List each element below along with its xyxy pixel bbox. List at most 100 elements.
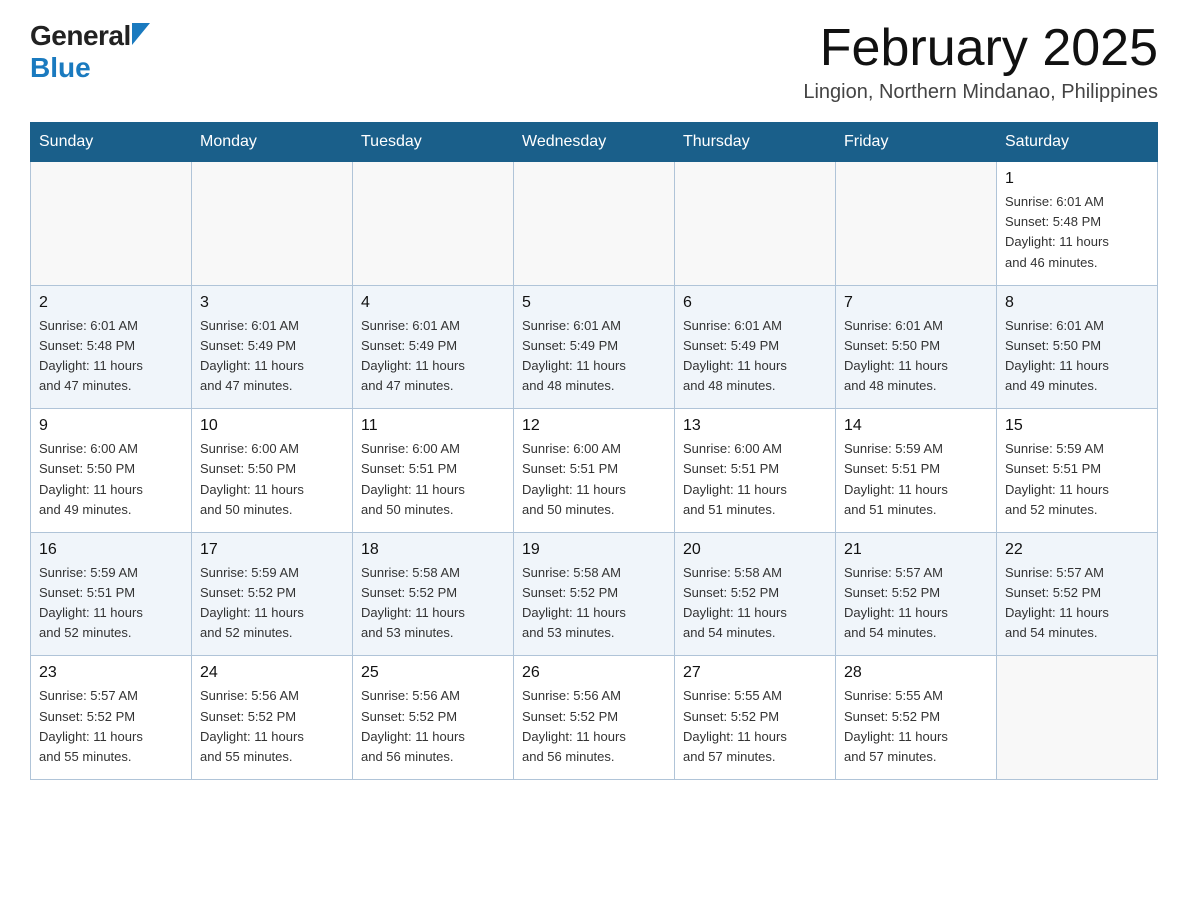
day-number: 28 [844, 664, 988, 682]
calendar-day-cell [997, 656, 1158, 780]
day-number: 26 [522, 664, 666, 682]
logo-blue-text: Blue [30, 52, 91, 83]
calendar-day-cell: 9 Sunrise: 6:00 AMSunset: 5:50 PMDaylight… [31, 409, 192, 533]
day-info: Sunrise: 5:57 AMSunset: 5:52 PMDaylight:… [844, 563, 988, 644]
day-info: Sunrise: 6:01 AMSunset: 5:49 PMDaylight:… [361, 316, 505, 397]
calendar-day-cell: 12Sunrise: 6:00 AMSunset: 5:51 PMDayligh… [514, 409, 675, 533]
calendar-day-cell [836, 162, 997, 286]
day-number: 23 [39, 664, 183, 682]
day-info: Sunrise: 6:01 AMSunset: 5:49 PMDaylight:… [683, 316, 827, 397]
day-number: 22 [1005, 541, 1149, 559]
calendar-day-cell: 7Sunrise: 6:01 AMSunset: 5:50 PMDaylight… [836, 285, 997, 409]
calendar-day-cell: 17 Sunrise: 5:59 AMSunset: 5:52 PMDayligh… [192, 532, 353, 656]
calendar-week-row: 2Sunrise: 6:01 AMSunset: 5:48 PMDaylight… [31, 285, 1158, 409]
calendar-day-cell: 5 Sunrise: 6:01 AMSunset: 5:49 PMDaylight… [514, 285, 675, 409]
day-number: 12 [522, 417, 666, 435]
day-number: 1 [1005, 170, 1149, 188]
calendar-day-cell: 11Sunrise: 6:00 AMSunset: 5:51 PMDayligh… [353, 409, 514, 533]
day-info: Sunrise: 5:56 AMSunset: 5:52 PMDaylight:… [361, 686, 505, 767]
day-number: 14 [844, 417, 988, 435]
day-info: Sunrise: 5:59 AMSunset: 5:52 PMDaylight:… [200, 563, 344, 644]
calendar-day-cell: 27 Sunrise: 5:55 AMSunset: 5:52 PMDayligh… [675, 656, 836, 780]
day-info: Sunrise: 5:59 AMSunset: 5:51 PMDaylight:… [1005, 439, 1149, 520]
day-number: 19 [522, 541, 666, 559]
calendar-week-row: 1 Sunrise: 6:01 AMSunset: 5:48 PMDaylight… [31, 162, 1158, 286]
calendar-day-cell: 16 Sunrise: 5:59 AMSunset: 5:51 PMDayligh… [31, 532, 192, 656]
logo: General Blue [30, 20, 150, 84]
day-of-week-header: Monday [192, 123, 353, 162]
day-info: Sunrise: 5:56 AMSunset: 5:52 PMDaylight:… [522, 686, 666, 767]
page-header: General Blue February 2025 Lingion, Nort… [30, 20, 1158, 104]
day-info: Sunrise: 6:00 AMSunset: 5:50 PMDaylight:… [200, 439, 344, 520]
day-number: 27 [683, 664, 827, 682]
logo-arrow-icon [132, 23, 150, 45]
day-number: 9 [39, 417, 183, 435]
calendar-day-cell [31, 162, 192, 286]
day-info: Sunrise: 5:58 AMSunset: 5:52 PMDaylight:… [361, 563, 505, 644]
calendar-day-cell: 15 Sunrise: 5:59 AMSunset: 5:51 PMDayligh… [997, 409, 1158, 533]
calendar-day-cell: 24Sunrise: 5:56 AMSunset: 5:52 PMDayligh… [192, 656, 353, 780]
day-number: 13 [683, 417, 827, 435]
day-of-week-header: Saturday [997, 123, 1158, 162]
day-of-week-header: Wednesday [514, 123, 675, 162]
day-number: 5 [522, 294, 666, 312]
day-number: 6 [683, 294, 827, 312]
calendar-day-cell: 19Sunrise: 5:58 AMSunset: 5:52 PMDayligh… [514, 532, 675, 656]
day-info: Sunrise: 5:55 AMSunset: 5:52 PMDaylight:… [683, 686, 827, 767]
day-info: Sunrise: 5:55 AMSunset: 5:52 PMDaylight:… [844, 686, 988, 767]
calendar-day-cell [675, 162, 836, 286]
calendar-week-row: 23 Sunrise: 5:57 AMSunset: 5:52 PMDayligh… [31, 656, 1158, 780]
day-number: 21 [844, 541, 988, 559]
calendar-day-cell: 10 Sunrise: 6:00 AMSunset: 5:50 PMDayligh… [192, 409, 353, 533]
day-number: 10 [200, 417, 344, 435]
day-number: 25 [361, 664, 505, 682]
day-number: 8 [1005, 294, 1149, 312]
calendar-day-cell: 18 Sunrise: 5:58 AMSunset: 5:52 PMDayligh… [353, 532, 514, 656]
day-number: 18 [361, 541, 505, 559]
day-info: Sunrise: 5:58 AMSunset: 5:52 PMDaylight:… [683, 563, 827, 644]
day-info: Sunrise: 6:01 AMSunset: 5:48 PMDaylight:… [1005, 192, 1149, 273]
calendar-day-cell [514, 162, 675, 286]
day-info: Sunrise: 6:00 AMSunset: 5:50 PMDaylight:… [39, 439, 183, 520]
day-of-week-header: Tuesday [353, 123, 514, 162]
location-title: Lingion, Northern Mindanao, Philippines [803, 81, 1158, 104]
day-of-week-header: Thursday [675, 123, 836, 162]
day-number: 2 [39, 294, 183, 312]
day-info: Sunrise: 5:59 AMSunset: 5:51 PMDaylight:… [39, 563, 183, 644]
day-of-week-header: Friday [836, 123, 997, 162]
day-info: Sunrise: 5:57 AMSunset: 5:52 PMDaylight:… [39, 686, 183, 767]
day-info: Sunrise: 6:00 AMSunset: 5:51 PMDaylight:… [683, 439, 827, 520]
calendar-day-cell: 1 Sunrise: 6:01 AMSunset: 5:48 PMDaylight… [997, 162, 1158, 286]
day-info: Sunrise: 6:01 AMSunset: 5:49 PMDaylight:… [200, 316, 344, 397]
calendar-week-row: 16 Sunrise: 5:59 AMSunset: 5:51 PMDayligh… [31, 532, 1158, 656]
calendar-day-cell: 26 Sunrise: 5:56 AMSunset: 5:52 PMDayligh… [514, 656, 675, 780]
day-number: 20 [683, 541, 827, 559]
logo-general-text: General [30, 20, 131, 52]
calendar-day-cell: 21 Sunrise: 5:57 AMSunset: 5:52 PMDayligh… [836, 532, 997, 656]
title-area: February 2025 Lingion, Northern Mindanao… [803, 20, 1158, 104]
calendar-header-row: SundayMondayTuesdayWednesdayThursdayFrid… [31, 123, 1158, 162]
calendar-day-cell: 28 Sunrise: 5:55 AMSunset: 5:52 PMDayligh… [836, 656, 997, 780]
calendar-day-cell: 23 Sunrise: 5:57 AMSunset: 5:52 PMDayligh… [31, 656, 192, 780]
day-number: 11 [361, 417, 505, 435]
calendar-day-cell: 20 Sunrise: 5:58 AMSunset: 5:52 PMDayligh… [675, 532, 836, 656]
day-number: 24 [200, 664, 344, 682]
day-info: Sunrise: 5:57 AMSunset: 5:52 PMDaylight:… [1005, 563, 1149, 644]
calendar-day-cell [353, 162, 514, 286]
calendar-day-cell: 4Sunrise: 6:01 AMSunset: 5:49 PMDaylight… [353, 285, 514, 409]
calendar-day-cell: 13 Sunrise: 6:00 AMSunset: 5:51 PMDayligh… [675, 409, 836, 533]
day-number: 15 [1005, 417, 1149, 435]
calendar-table: SundayMondayTuesdayWednesdayThursdayFrid… [30, 122, 1158, 780]
calendar-day-cell: 3Sunrise: 6:01 AMSunset: 5:49 PMDaylight… [192, 285, 353, 409]
calendar-day-cell: 14Sunrise: 5:59 AMSunset: 5:51 PMDayligh… [836, 409, 997, 533]
day-number: 16 [39, 541, 183, 559]
calendar-day-cell: 6 Sunrise: 6:01 AMSunset: 5:49 PMDaylight… [675, 285, 836, 409]
day-number: 17 [200, 541, 344, 559]
calendar-day-cell [192, 162, 353, 286]
month-title: February 2025 [803, 20, 1158, 77]
calendar-week-row: 9 Sunrise: 6:00 AMSunset: 5:50 PMDaylight… [31, 409, 1158, 533]
day-of-week-header: Sunday [31, 123, 192, 162]
day-info: Sunrise: 6:01 AMSunset: 5:50 PMDaylight:… [844, 316, 988, 397]
calendar-day-cell: 2Sunrise: 6:01 AMSunset: 5:48 PMDaylight… [31, 285, 192, 409]
day-info: Sunrise: 6:01 AMSunset: 5:49 PMDaylight:… [522, 316, 666, 397]
